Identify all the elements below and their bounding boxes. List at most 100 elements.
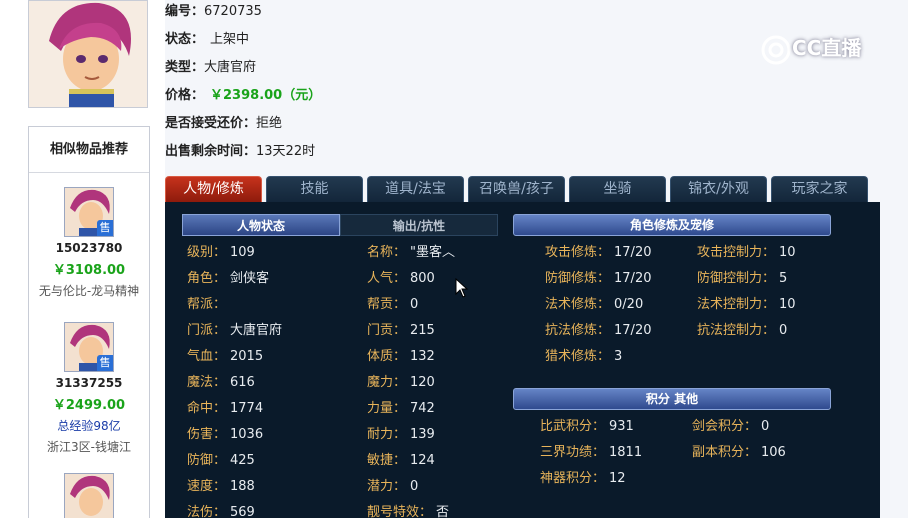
tab-outfits[interactable]: 锦衣/外观	[670, 176, 767, 202]
cultivation-value: 3	[614, 349, 623, 364]
attribute-label: 法伤：	[187, 505, 227, 518]
attribute-label: 伤害：	[187, 427, 227, 442]
attribute-row: 帮派：	[187, 294, 230, 316]
attribute-label: 门派：	[187, 323, 227, 338]
left-column: 相似物品推荐 售 15023780 ￥3108.00 无与伦比-龙马精神 售 3…	[0, 0, 165, 518]
attribute-row: 神器积分： 12	[540, 468, 626, 490]
attribute-label: 人气：	[367, 271, 407, 286]
item-status-row: 状态： 上架中	[165, 29, 249, 51]
attribute-row: 猎术修炼： 3	[545, 346, 622, 368]
attribute-row: 门贡： 215	[367, 320, 435, 342]
attribute-value: 否	[436, 505, 450, 518]
attribute-value: 800	[410, 271, 435, 286]
attribute-row: 三界功绩： 1811	[540, 442, 642, 464]
attribute-label: 魔法：	[187, 375, 227, 390]
item-type-label: 类型：	[165, 60, 205, 75]
attribute-label: 门贡：	[367, 323, 407, 338]
attribute-value: 742	[410, 401, 435, 416]
attribute-label: 耐力：	[367, 427, 407, 442]
similar-item-thumbnail[interactable]: 售	[64, 322, 114, 372]
attribute-row: 法伤： 569	[187, 502, 255, 518]
item-price-label: 价格：	[165, 88, 205, 103]
cultivation-label: 抗法修炼：	[545, 323, 611, 338]
points-value: 0	[761, 419, 770, 434]
tab-character[interactable]: 人物/修炼	[165, 176, 262, 202]
sale-badge: 售	[97, 355, 113, 371]
attribute-row: 副本积分： 106	[692, 442, 786, 464]
attribute-row: 气血： 2015	[187, 346, 263, 368]
similar-item-price: ￥3108.00	[52, 263, 126, 278]
attribute-value: 1774	[230, 401, 264, 416]
attribute-row: 级别： 109	[187, 242, 255, 264]
mouse-cursor-icon	[455, 278, 469, 298]
attribute-value: 0	[410, 479, 419, 494]
attribute-row: 命中： 1774	[187, 398, 263, 420]
attribute-label: 命中：	[187, 401, 227, 416]
attribute-row: 伤害： 1036	[187, 424, 263, 446]
similar-item-card[interactable]: 售 31337255 ￥2499.00 总经验98亿 浙江3区-钱塘江	[29, 322, 149, 455]
attribute-label: 靓号特效：	[367, 505, 433, 518]
attribute-value: "墨客︿	[410, 245, 455, 260]
item-price-row: 价格： ￥2398.00（元）	[165, 85, 321, 107]
item-id-value: 6720735	[204, 4, 262, 19]
control-value: 5	[779, 271, 788, 286]
similar-items-title: 相似物品推荐	[29, 127, 149, 173]
attribute-label: 级别：	[187, 245, 227, 260]
attribute-row: 比武积分： 931	[540, 416, 634, 438]
attribute-label: 防御：	[187, 453, 227, 468]
attribute-row: 法术控制力： 10	[697, 294, 796, 316]
tab-summons[interactable]: 召唤兽/孩子	[468, 176, 565, 202]
similar-item-card[interactable]: 售 15023780 ￥3108.00 无与伦比-龙马精神	[29, 187, 149, 299]
points-label: 三界功绩：	[540, 445, 606, 460]
watermark-text: CC直播	[792, 36, 862, 60]
attribute-value: 616	[230, 375, 255, 390]
item-remaining-value: 13天22时	[256, 144, 316, 159]
similar-item-id[interactable]: 31337255	[29, 376, 149, 390]
cultivation-label: 防御修炼：	[545, 271, 611, 286]
cultivation-label: 法术修炼：	[545, 297, 611, 312]
item-status-value: 上架中	[210, 32, 250, 47]
attribute-row: 魔法： 616	[187, 372, 255, 394]
attribute-row: 体质： 132	[367, 346, 435, 368]
subtab-status[interactable]: 人物状态	[182, 214, 340, 236]
tab-home[interactable]: 玩家之家	[771, 176, 868, 202]
tab-skills[interactable]: 技能	[266, 176, 363, 202]
control-label: 攻击控制力：	[697, 245, 776, 260]
similar-item-thumbnail[interactable]	[64, 473, 114, 518]
attribute-row: 防御控制力： 5	[697, 268, 787, 290]
tab-mounts[interactable]: 坐骑	[569, 176, 666, 202]
similar-item-card[interactable]	[29, 473, 149, 518]
tab-items[interactable]: 道具/法宝	[367, 176, 464, 202]
item-id-row: 编号：6720735	[165, 1, 262, 23]
attribute-row: 攻击控制力： 10	[697, 242, 796, 264]
detail-tabs: 人物/修炼 技能 道具/法宝 召唤兽/孩子 坐骑 锦衣/外观 玩家之家	[165, 176, 880, 202]
attribute-row: 剑会积分： 0	[692, 416, 769, 438]
cultivation-value: 17/20	[614, 271, 652, 286]
attribute-row: 防御： 425	[187, 450, 255, 472]
similar-item-price: ￥2499.00	[52, 398, 126, 413]
points-value: 12	[609, 471, 626, 486]
attribute-label: 气血：	[187, 349, 227, 364]
item-remaining-row: 出售剩余时间：13天22时	[165, 141, 315, 163]
points-header: 积分 其他	[513, 388, 831, 410]
points-label: 神器积分：	[540, 471, 606, 486]
control-value: 10	[779, 297, 796, 312]
attribute-row: 速度： 188	[187, 476, 255, 498]
similar-item-thumbnail[interactable]: 售	[64, 187, 114, 237]
status-subtabs: 人物状态 输出/抗性	[182, 214, 498, 236]
points-label: 剑会积分：	[692, 419, 758, 434]
item-status-label: 状态：	[165, 32, 205, 47]
points-value: 931	[609, 419, 634, 434]
attribute-value: 0	[410, 297, 419, 312]
attribute-label: 力量：	[367, 401, 407, 416]
similar-item-server: 无与伦比-龙马精神	[38, 284, 140, 298]
attribute-row: 攻击修炼： 17/20	[545, 242, 651, 264]
attribute-row: 魔力： 120	[367, 372, 435, 394]
attribute-value: 大唐官府	[230, 323, 283, 338]
subtab-output[interactable]: 输出/抗性	[340, 214, 498, 236]
control-label: 法术控制力：	[697, 297, 776, 312]
control-label: 抗法控制力：	[697, 323, 776, 338]
similar-item-id[interactable]: 15023780	[29, 241, 149, 255]
character-avatar	[28, 0, 148, 108]
points-label: 副本积分：	[692, 445, 758, 460]
